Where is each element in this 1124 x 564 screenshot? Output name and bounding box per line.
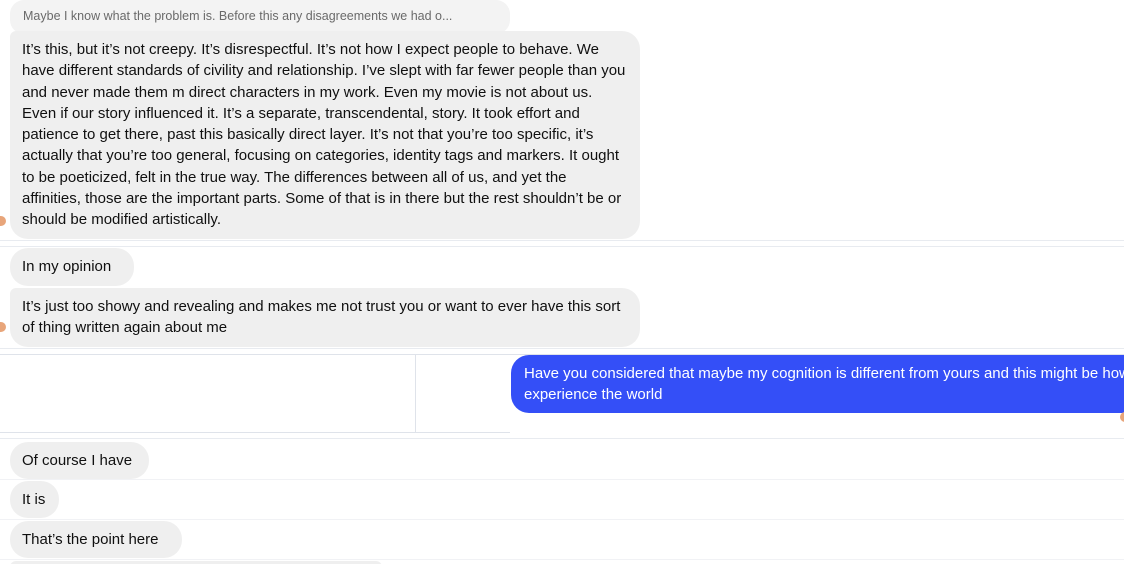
message-text: In my opinion bbox=[22, 258, 112, 275]
divider bbox=[0, 432, 510, 433]
divider bbox=[0, 246, 1124, 247]
divider bbox=[415, 354, 416, 432]
message-text: Of course I have bbox=[22, 452, 133, 469]
avatar bbox=[1120, 412, 1124, 422]
incoming-message-long[interactable]: It’s this, but it’s not creepy. It’s dis… bbox=[10, 31, 640, 239]
message-text: Have you considered that maybe my cognit… bbox=[524, 365, 1124, 404]
message-text: It’s just too showy and revealing and ma… bbox=[22, 298, 621, 337]
divider bbox=[0, 438, 1124, 439]
message-text: It’s this, but it’s not creepy. It’s dis… bbox=[22, 41, 626, 229]
divider bbox=[0, 348, 1124, 349]
reply-preview[interactable]: Maybe I know what the problem is. Before… bbox=[10, 0, 510, 34]
incoming-message[interactable]: It is bbox=[10, 481, 59, 518]
incoming-message[interactable]: It’s just too showy and revealing and ma… bbox=[10, 288, 640, 347]
reply-preview-text: Maybe I know what the problem is. Before… bbox=[23, 9, 453, 23]
divider bbox=[0, 479, 1124, 480]
message-text: It is bbox=[22, 491, 46, 508]
divider bbox=[0, 240, 1124, 241]
incoming-message[interactable]: In my opinion bbox=[10, 248, 134, 286]
outgoing-message[interactable]: Have you considered that maybe my cognit… bbox=[511, 355, 1124, 413]
message-text: That’s the point here bbox=[22, 531, 159, 548]
divider bbox=[0, 559, 1124, 560]
message-thread: Maybe I know what the problem is. Before… bbox=[0, 0, 1124, 564]
avatar bbox=[0, 322, 6, 332]
divider bbox=[0, 519, 1124, 520]
avatar bbox=[0, 216, 6, 226]
incoming-message[interactable]: That’s the point here bbox=[10, 521, 182, 558]
incoming-message[interactable]: Of course I have bbox=[10, 442, 149, 479]
